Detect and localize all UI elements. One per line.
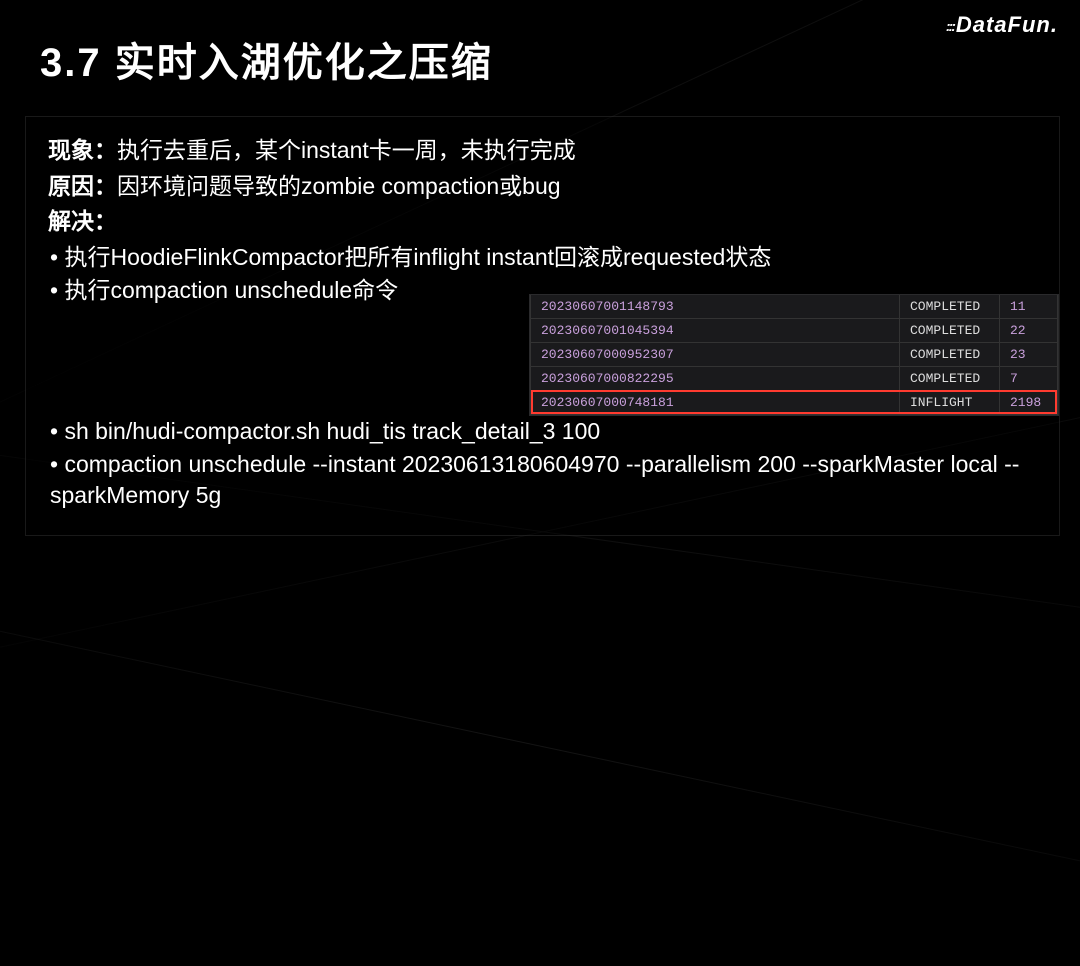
value-cell: 2198 <box>1000 391 1058 415</box>
value-cell: 22 <box>1000 319 1058 343</box>
phenomenon-line: 现象：执行去重后，某个instant卡一周，未执行完成 <box>48 133 1039 169</box>
cause-line: 原因：因环境问题导致的zombie compaction或bug <box>48 169 1039 205</box>
cause-label: 原因： <box>48 173 117 199</box>
bullet-list-bottom: sh bin/hudi-compactor.sh hudi_tis track_… <box>48 416 1039 511</box>
table-row: 20230607001148793 COMPLETED 11 <box>531 295 1058 319</box>
status-cell: COMPLETED <box>900 295 1000 319</box>
solution-line: 解决： <box>48 204 1039 240</box>
table-row-highlighted: 20230607000748181 INFLIGHT 2198 <box>531 391 1058 415</box>
content-box: 现象：执行去重后，某个instant卡一周，未执行完成 原因：因环境问题导致的z… <box>25 116 1060 536</box>
value-cell: 23 <box>1000 343 1058 367</box>
instant-cell: 20230607000748181 <box>531 391 900 415</box>
status-cell: INFLIGHT <box>900 391 1000 415</box>
cause-text: 因环境问题导致的zombie compaction或bug <box>117 173 561 199</box>
compaction-table: 20230607001148793 COMPLETED 11 202306070… <box>529 294 1059 416</box>
phenomenon-label: 现象： <box>48 137 117 163</box>
table-row: 20230607000822295 COMPLETED 7 <box>531 367 1058 391</box>
table-row: 20230607000952307 COMPLETED 23 <box>531 343 1058 367</box>
value-cell: 11 <box>1000 295 1058 319</box>
list-item: 执行HoodieFlinkCompactor把所有inflight instan… <box>50 242 1039 273</box>
status-cell: COMPLETED <box>900 367 1000 391</box>
instant-cell: 20230607001148793 <box>531 295 900 319</box>
slide-title: 3.7 实时入湖优化之压缩 <box>0 0 1080 98</box>
status-cell: COMPLETED <box>900 343 1000 367</box>
instant-cell: 20230607000952307 <box>531 343 900 367</box>
solution-label: 解决： <box>48 208 117 234</box>
instant-cell: 20230607001045394 <box>531 319 900 343</box>
value-cell: 7 <box>1000 367 1058 391</box>
status-cell: COMPLETED <box>900 319 1000 343</box>
logo: :::DataFun. <box>946 12 1058 38</box>
instant-cell: 20230607000822295 <box>531 367 900 391</box>
list-item: sh bin/hudi-compactor.sh hudi_tis track_… <box>50 416 1039 447</box>
list-item: compaction unschedule --instant 20230613… <box>50 449 1039 511</box>
table-row: 20230607001045394 COMPLETED 22 <box>531 319 1058 343</box>
phenomenon-text: 执行去重后，某个instant卡一周，未执行完成 <box>117 137 576 163</box>
